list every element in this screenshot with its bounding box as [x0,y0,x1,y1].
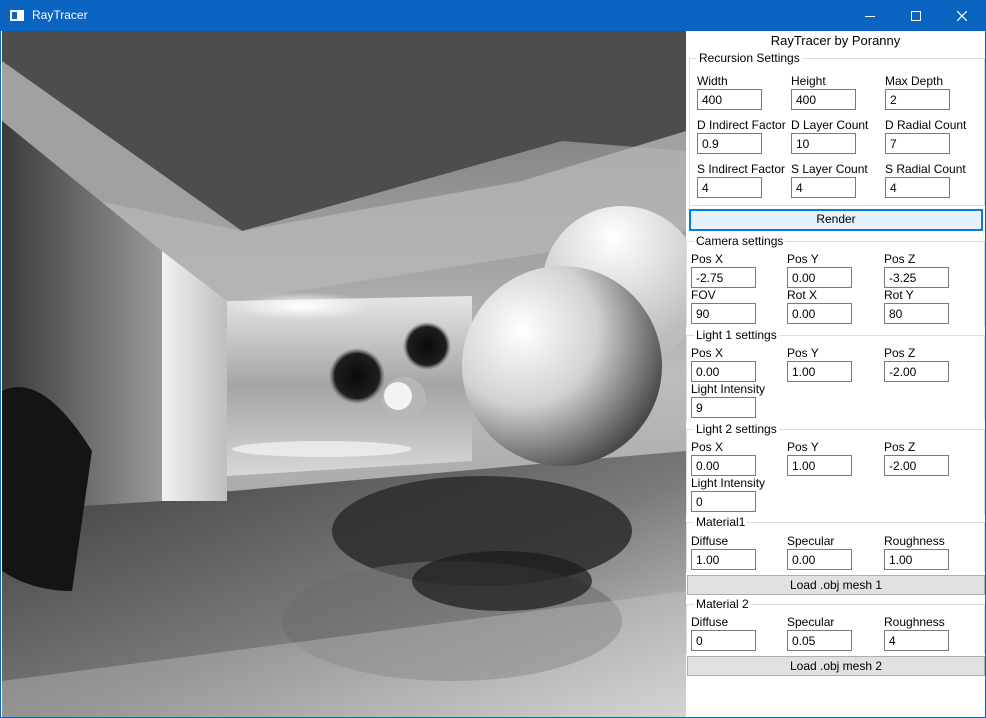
light2-pos-z-label: Pos Z [884,440,916,454]
light2-intensity-label: Light Intensity [691,476,766,490]
light1-settings-legend: Light 1 settings [694,328,779,342]
light2-settings-group: Light 2 settings Pos X Pos Y Pos Z Light… [686,422,985,515]
camera-settings-group: Camera settings Pos X Pos Y Pos Z FOV Ro… [686,234,985,327]
camera-settings-legend: Camera settings [694,234,786,248]
material1-specular-input[interactable] [787,549,852,570]
width-label: Width [697,74,728,88]
material2-roughness-label: Roughness [884,615,945,629]
panel-title: RayTracer by Poranny [770,33,901,48]
material2-specular-label: Specular [787,615,835,629]
maximize-icon [911,11,921,21]
d-radial-count-label: D Radial Count [885,118,967,132]
s-layer-count-label: S Layer Count [791,162,868,176]
light1-pos-z-label: Pos Z [884,346,916,360]
s-layer-count-input[interactable] [791,177,856,198]
light1-pos-x-label: Pos X [691,346,724,360]
s-radial-count-label: S Radial Count [885,162,966,176]
d-layer-count-input[interactable] [791,133,856,154]
recursion-settings-legend: Recursion Settings [697,51,802,65]
d-indirect-factor-label: D Indirect Factor [697,118,786,132]
maximize-button[interactable] [893,1,939,31]
light1-pos-x-input[interactable] [691,361,756,382]
render-viewport [2,31,686,717]
title-bar[interactable]: RayTracer [1,1,985,31]
minimize-button[interactable] [847,1,893,31]
light1-pos-y-input[interactable] [787,361,852,382]
material2-roughness-input[interactable] [884,630,949,651]
light1-intensity-input[interactable] [691,397,756,418]
minimize-icon [865,16,875,17]
light2-intensity-input[interactable] [691,491,756,512]
light2-pos-x-label: Pos X [691,440,724,454]
s-indirect-factor-label: S Indirect Factor [697,162,786,176]
app-window: RayTracer RayTracer by Poranny Recursion… [0,0,986,718]
light2-pos-y-input[interactable] [787,455,852,476]
material1-diffuse-input[interactable] [691,549,756,570]
material1-group: Material1 Diffuse Specular Roughness [686,515,985,572]
material2-diffuse-label: Diffuse [691,615,729,629]
camera-rot-y-input[interactable] [884,303,949,324]
camera-rot-x-input[interactable] [787,303,852,324]
camera-fov-input[interactable] [691,303,756,324]
camera-pos-x-label: Pos X [691,252,724,266]
max-depth-label: Max Depth [885,74,944,88]
width-input[interactable] [697,89,762,110]
d-layer-count-label: D Layer Count [791,118,869,132]
light1-pos-z-input[interactable] [884,361,949,382]
light2-pos-z-input[interactable] [884,455,949,476]
max-depth-input[interactable] [885,89,950,110]
camera-pos-y-label: Pos Y [787,252,819,266]
close-icon [957,11,967,21]
material1-diffuse-label: Diffuse [691,534,729,548]
camera-pos-x-input[interactable] [691,267,756,288]
camera-pos-z-label: Pos Z [884,252,916,266]
material2-legend: Material 2 [694,597,751,611]
recursion-settings-group: Recursion Settings Width Height Max Dept… [689,51,985,206]
camera-pos-y-input[interactable] [787,267,852,288]
load-mesh-2-button[interactable]: Load .obj mesh 2 [687,656,985,676]
material1-roughness-input[interactable] [884,549,949,570]
material1-specular-label: Specular [787,534,835,548]
rendered-scene-image [2,31,686,717]
camera-fov-label: FOV [691,288,716,302]
height-input[interactable] [791,89,856,110]
app-window-icon [10,10,24,21]
camera-pos-z-input[interactable] [884,267,949,288]
load-mesh-1-button[interactable]: Load .obj mesh 1 [687,575,985,595]
material1-roughness-label: Roughness [884,534,945,548]
d-indirect-factor-input[interactable] [697,133,762,154]
material2-group: Material 2 Diffuse Specular Roughness [686,597,985,654]
material2-specular-input[interactable] [787,630,852,651]
light2-settings-legend: Light 2 settings [694,422,779,436]
settings-panel: RayTracer by Poranny Recursion Settings … [686,31,985,717]
s-radial-count-input[interactable] [885,177,950,198]
material2-diffuse-input[interactable] [691,630,756,651]
height-label: Height [791,74,826,88]
light2-pos-y-label: Pos Y [787,440,819,454]
close-button[interactable] [939,1,985,31]
window-title: RayTracer [32,8,88,22]
s-indirect-factor-input[interactable] [697,177,762,198]
camera-rot-x-label: Rot X [787,288,818,302]
light2-pos-x-input[interactable] [691,455,756,476]
render-button[interactable]: Render [689,209,983,231]
material1-legend: Material1 [694,515,748,529]
camera-rot-y-label: Rot Y [884,288,914,302]
light1-intensity-label: Light Intensity [691,382,766,396]
light1-pos-y-label: Pos Y [787,346,819,360]
light1-settings-group: Light 1 settings Pos X Pos Y Pos Z Light… [686,328,985,421]
d-radial-count-input[interactable] [885,133,950,154]
